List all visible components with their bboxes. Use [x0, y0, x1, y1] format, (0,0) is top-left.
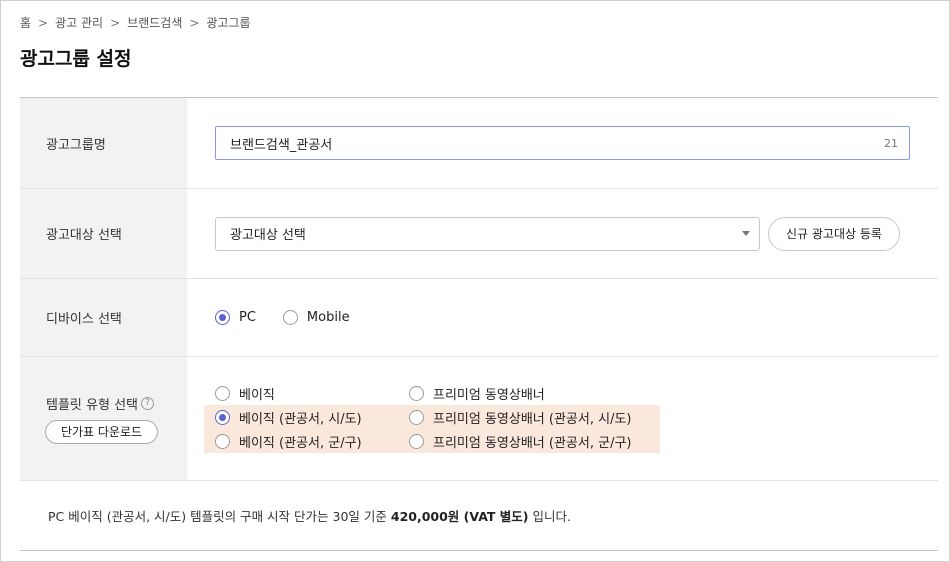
template-cell: 베이직 — [204, 381, 398, 405]
target-label: 광고대상 선택 — [20, 189, 187, 278]
template-options: 베이직 프리미엄 동영상배너 베이직 (관공서, 시/도) 프리미엄 동영상배너… — [204, 381, 660, 453]
breadcrumb-separator: > — [38, 15, 49, 30]
char-count: 21 — [884, 136, 898, 150]
breadcrumb: 홈 > 광고 관리 > 브랜드검색 > 광고그룹 — [20, 14, 251, 31]
device-option-label: PC — [239, 310, 256, 325]
price-download-button[interactable]: 단가표 다운로드 — [45, 419, 158, 444]
target-select-value: 광고대상 선택 — [230, 228, 306, 243]
radio-checked-icon — [215, 310, 230, 325]
form-row-template: 템플릿 유형 선택 ? 단가표 다운로드 베이직 프리미엄 동영상배너 베이직 … — [20, 357, 938, 481]
help-icon[interactable]: ? — [141, 396, 154, 410]
device-option-label: Mobile — [306, 310, 350, 325]
template-cell-highlighted: 베이직 (관공서, 군/구) — [204, 429, 398, 453]
notice-price: 420,000원 (VAT 별도) — [390, 509, 529, 524]
template-cell-highlighted: 프리미엄 동영상배너 (관공서, 군/구) — [398, 429, 660, 453]
template-radio-premium-video-city[interactable]: 프리미엄 동영상배너 (관공서, 시/도) — [409, 408, 632, 427]
template-option-label: 베이직 (관공서, 군/구) — [239, 435, 362, 451]
device-radio-mobile[interactable]: Mobile — [282, 310, 350, 325]
notice-suffix: 입니다. — [532, 509, 571, 524]
breadcrumb-separator: > — [189, 15, 200, 30]
template-label: 템플릿 유형 선택 — [46, 397, 138, 413]
template-option-label: 프리미엄 동영상배너 (관공서, 군/구) — [433, 435, 632, 451]
chevron-down-icon — [742, 231, 750, 236]
group-name-input[interactable]: 브랜드검색_관공서 21 — [215, 126, 910, 160]
template-label-cell: 템플릿 유형 선택 ? 단가표 다운로드 — [20, 357, 187, 480]
form-row-target: 광고대상 선택 광고대상 선택 신규 광고대상 등록 — [20, 189, 938, 279]
template-radio-basic[interactable]: 베이직 — [215, 384, 275, 403]
template-cell: 프리미엄 동영상배너 — [398, 381, 660, 405]
breadcrumb-ad-management[interactable]: 광고 관리 — [55, 14, 103, 31]
page-frame: 홈 > 광고 관리 > 브랜드검색 > 광고그룹 광고그룹 설정 광고그룹명 브… — [0, 0, 950, 562]
breadcrumb-home[interactable]: 홈 — [20, 14, 31, 31]
template-radio-premium-video[interactable]: 프리미엄 동영상배너 — [409, 384, 545, 403]
register-target-button[interactable]: 신규 광고대상 등록 — [768, 216, 900, 251]
template-option-label: 베이직 — [239, 387, 275, 403]
page-title: 광고그룹 설정 — [20, 48, 132, 70]
group-name-value: 브랜드검색_관공서 — [230, 137, 333, 153]
radio-icon — [409, 433, 424, 449]
form-row-device: 디바이스 선택 PC Mobile — [20, 279, 938, 357]
target-select[interactable]: 광고대상 선택 — [215, 216, 760, 251]
device-radio-pc[interactable]: PC — [215, 310, 256, 325]
template-cell-highlighted: 베이직 (관공서, 시/도) — [204, 405, 398, 429]
radio-checked-icon — [215, 409, 230, 425]
form-row-group-name: 광고그룹명 브랜드검색_관공서 21 — [20, 98, 938, 189]
group-name-label: 광고그룹명 — [20, 98, 187, 188]
template-option-label: 베이직 (관공서, 시/도) — [239, 411, 362, 427]
ad-group-form: 광고그룹명 브랜드검색_관공서 21 광고대상 선택 광고대상 선택 신규 광고… — [20, 97, 938, 481]
radio-icon — [282, 310, 298, 325]
breadcrumb-separator: > — [110, 15, 121, 30]
device-label: 디바이스 선택 — [20, 279, 187, 356]
template-option-label: 프리미엄 동영상배너 (관공서, 시/도) — [433, 411, 632, 427]
radio-icon — [215, 433, 230, 449]
template-option-label: 프리미엄 동영상배너 — [433, 387, 545, 403]
template-cell-highlighted: 프리미엄 동영상배너 (관공서, 시/도) — [398, 405, 660, 429]
template-radio-premium-video-district[interactable]: 프리미엄 동영상배너 (관공서, 군/구) — [409, 432, 632, 451]
radio-icon — [409, 385, 424, 401]
radio-icon — [409, 409, 424, 425]
breadcrumb-ad-group[interactable]: 광고그룹 — [206, 14, 250, 31]
template-radio-basic-city[interactable]: 베이직 (관공서, 시/도) — [215, 408, 362, 427]
price-notice: PC 베이직 (관공서, 시/도) 템플릿의 구매 시작 단가는 30일 기준 … — [20, 481, 938, 551]
radio-icon — [215, 385, 230, 401]
breadcrumb-brand-search[interactable]: 브랜드검색 — [127, 14, 182, 31]
notice-prefix: PC 베이직 (관공서, 시/도) 템플릿의 구매 시작 단가는 30일 기준 — [48, 509, 387, 524]
template-radio-basic-district[interactable]: 베이직 (관공서, 군/구) — [215, 432, 362, 451]
